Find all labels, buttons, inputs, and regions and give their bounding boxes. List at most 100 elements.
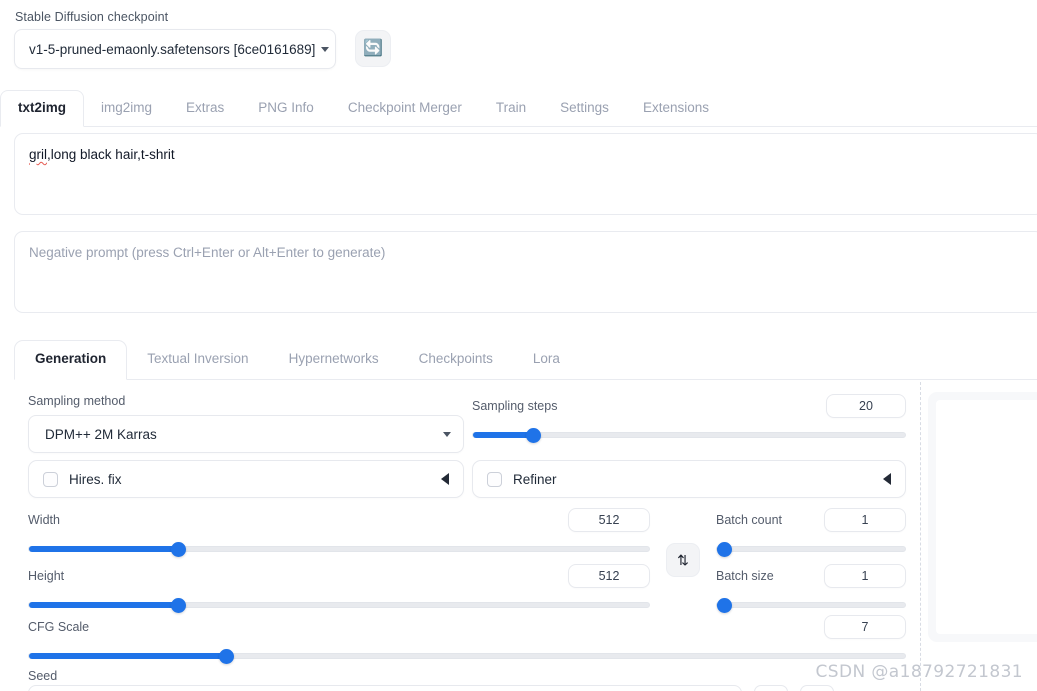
watermark: CSDN @a18792721831	[815, 662, 1023, 682]
refresh-icon: 🔄	[363, 39, 383, 57]
generation-tab-bar: Generation Textual Inversion Hypernetwor…	[14, 332, 1037, 380]
checkpoint-bar: Stable Diffusion checkpoint v1-5-pruned-…	[0, 0, 1037, 69]
sampling-steps-slider[interactable]	[472, 428, 906, 443]
seed-group: Seed	[28, 667, 906, 685]
tab-label: img2img	[101, 100, 153, 115]
negative-prompt-textarea[interactable]: Negative prompt (press Ctrl+Enter or Alt…	[14, 231, 1037, 313]
batch-size-value: 1	[861, 569, 869, 583]
chevron-down-icon	[443, 431, 451, 437]
tab-hypernetworks[interactable]: Hypernetworks	[269, 341, 399, 379]
tab-png-info[interactable]: PNG Info	[241, 92, 331, 126]
prompt-rest: ,long black hair,t-shrit	[47, 147, 175, 162]
main-tab-bar: txt2img img2img Extras PNG Info Checkpoi…	[0, 84, 1037, 127]
tab-label: Train	[495, 100, 527, 115]
slider-thumb[interactable]	[170, 542, 186, 557]
height-label: Height	[28, 569, 65, 583]
height-group: Height 512	[28, 564, 650, 613]
slider-fill	[473, 432, 534, 438]
tab-label: Hypernetworks	[288, 351, 379, 366]
cfg-scale-slider[interactable]	[28, 649, 906, 664]
tab-label: PNG Info	[258, 100, 314, 115]
slider-fill	[29, 602, 178, 608]
panel-resize-divider[interactable]	[920, 382, 921, 691]
sampling-method-group: Sampling method DPM++ 2M Karras	[28, 394, 464, 453]
tab-train[interactable]: Train	[479, 92, 543, 126]
cfg-scale-value: 7	[861, 620, 869, 634]
hires-fix-checkbox[interactable]	[43, 471, 58, 487]
tab-txt2img[interactable]: txt2img	[0, 90, 85, 127]
refiner-checkbox[interactable]	[487, 471, 502, 487]
prompt-value: gril,long black hair,t-shrit	[29, 146, 1029, 163]
refiner-label: Refiner	[513, 471, 557, 487]
sampling-steps-value: 20	[859, 399, 873, 413]
checkpoint-value: v1-5-pruned-emaonly.safetensors [6ce0161…	[29, 41, 316, 57]
tab-checkpoint-merger[interactable]: Checkpoint Merger	[331, 92, 479, 126]
generation-panel: Sampling method DPM++ 2M Karras Sampling…	[0, 382, 1037, 691]
tab-generation[interactable]: Generation	[14, 340, 128, 380]
refiner-accordion[interactable]: Refiner	[472, 460, 906, 498]
seed-input[interactable]	[28, 685, 742, 691]
batch-count-slider[interactable]	[716, 542, 906, 557]
height-input[interactable]: 512	[568, 564, 650, 588]
tab-label: Textual Inversion	[147, 351, 249, 366]
tab-label: Lora	[532, 351, 560, 366]
batch-size-group: Batch size 1	[716, 564, 906, 613]
tab-settings[interactable]: Settings	[543, 92, 626, 126]
misspelled-word: gril	[29, 147, 48, 162]
seed-recycle-button[interactable]	[754, 685, 788, 691]
height-slider[interactable]	[28, 598, 650, 613]
seed-random-button[interactable]	[800, 685, 834, 691]
tab-label: txt2img	[18, 100, 67, 115]
collapse-arrow-icon[interactable]	[883, 473, 891, 485]
tab-extras[interactable]: Extras	[169, 92, 241, 126]
negative-prompt-placeholder: Negative prompt (press Ctrl+Enter or Alt…	[29, 245, 386, 260]
tab-label: Settings	[560, 100, 609, 115]
cfg-scale-input[interactable]: 7	[824, 615, 906, 639]
tab-checkpoints[interactable]: Checkpoints	[399, 341, 513, 379]
tab-label: Extras	[186, 100, 225, 115]
swap-dimensions-button[interactable]: ⇅	[666, 543, 700, 577]
slider-thumb[interactable]	[526, 428, 542, 443]
height-value: 512	[598, 569, 620, 583]
collapse-arrow-icon[interactable]	[441, 473, 449, 485]
checkpoint-select[interactable]: v1-5-pruned-emaonly.safetensors [6ce0161…	[14, 29, 336, 69]
slider-thumb[interactable]	[170, 598, 186, 613]
output-gallery-area[interactable]	[936, 400, 1037, 634]
batch-size-input[interactable]: 1	[824, 564, 906, 588]
sampling-method-label: Sampling method	[28, 394, 126, 408]
slider-fill	[29, 546, 178, 552]
tab-label: Checkpoint Merger	[347, 100, 462, 115]
cfg-scale-label: CFG Scale	[28, 620, 90, 634]
width-group: Width 512	[28, 508, 650, 557]
hires-fix-accordion[interactable]: Hires. fix	[28, 460, 464, 498]
tab-label: Generation	[35, 351, 107, 366]
slider-thumb[interactable]	[219, 649, 235, 664]
batch-size-slider[interactable]	[716, 598, 906, 613]
tab-lora[interactable]: Lora	[513, 341, 580, 379]
batch-count-label: Batch count	[716, 513, 783, 527]
swap-arrows-icon: ⇅	[677, 551, 689, 568]
tab-extensions[interactable]: Extensions	[626, 92, 726, 126]
tab-label: Extensions	[642, 100, 709, 115]
slider-thumb[interactable]	[717, 598, 732, 613]
prompt-textarea[interactable]: gril,long black hair,t-shrit	[14, 133, 1037, 215]
slider-fill	[29, 653, 227, 659]
tab-textual-inversion[interactable]: Textual Inversion	[127, 341, 268, 379]
width-slider[interactable]	[28, 542, 650, 557]
refresh-checkpoints-button[interactable]: 🔄	[355, 30, 391, 67]
tab-label: Checkpoints	[418, 351, 493, 366]
slider-thumb[interactable]	[717, 542, 732, 557]
hires-fix-label: Hires. fix	[69, 471, 122, 487]
sampling-method-value: DPM++ 2M Karras	[45, 426, 157, 442]
stable-diffusion-webui: Stable Diffusion checkpoint v1-5-pruned-…	[0, 0, 1037, 691]
width-input[interactable]: 512	[568, 508, 650, 532]
batch-count-value: 1	[861, 513, 869, 527]
batch-count-input[interactable]: 1	[824, 508, 906, 532]
seed-label: Seed	[28, 669, 58, 683]
sampling-steps-group: Sampling steps 20	[472, 394, 906, 443]
sampling-method-select[interactable]: DPM++ 2M Karras	[28, 415, 464, 453]
sampling-steps-input[interactable]: 20	[826, 394, 906, 418]
sampling-steps-label: Sampling steps	[472, 399, 558, 413]
checkpoint-label: Stable Diffusion checkpoint	[15, 10, 169, 24]
tab-img2img[interactable]: img2img	[84, 92, 169, 126]
